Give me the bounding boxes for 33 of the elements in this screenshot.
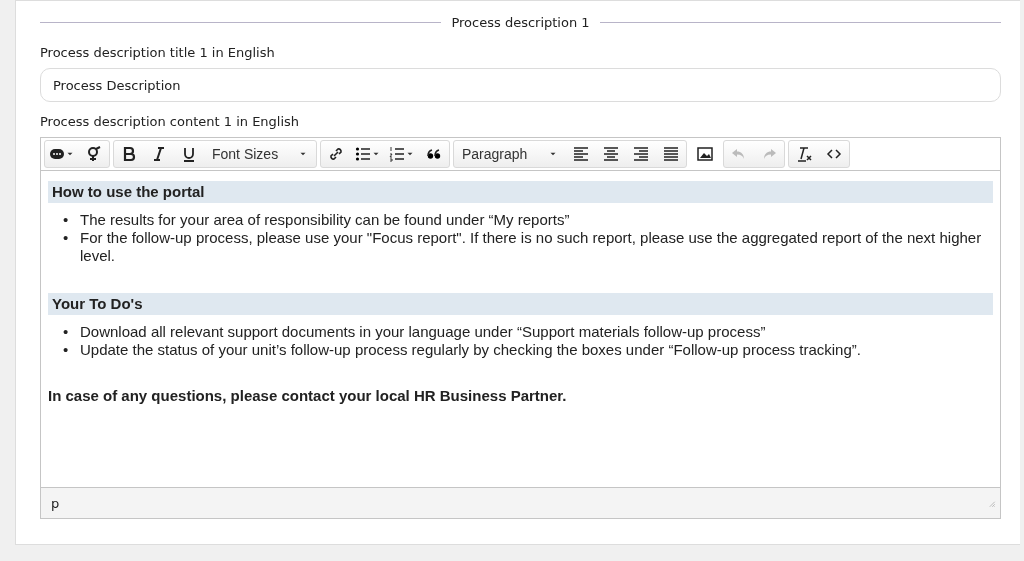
numbered-list-icon bbox=[389, 146, 405, 162]
bullet-item: Download all relevant support documents in your language under “Support materials follow-up process” bbox=[80, 323, 766, 341]
clear-formatting-icon bbox=[796, 146, 812, 162]
underline-icon bbox=[181, 146, 197, 162]
link-icon bbox=[328, 146, 344, 162]
align-right-icon bbox=[633, 146, 649, 162]
bullet-marker: • bbox=[63, 323, 70, 341]
field-label: Process description title 1 in English bbox=[40, 45, 276, 60]
bullet-item: Update the status of your unit’s follow-up process regularly by checking the boxes under “Follow-up process tracking”. bbox=[80, 341, 861, 359]
contact-note: In case of any questions, please contact your local HR Business Partner. bbox=[48, 387, 568, 405]
bullet-list-icon bbox=[355, 146, 371, 162]
quote-icon bbox=[426, 146, 442, 162]
align-center-icon bbox=[603, 146, 619, 162]
italic-icon bbox=[151, 146, 167, 162]
emoticon-icon bbox=[49, 146, 65, 162]
bullet-marker: • bbox=[63, 211, 70, 229]
bullet-marker: • bbox=[63, 229, 70, 248]
align-left-icon bbox=[573, 146, 589, 162]
title-input-field[interactable]: Process Description bbox=[40, 68, 1001, 102]
bullet-marker: • bbox=[63, 341, 70, 359]
gender-symbol-icon bbox=[86, 146, 102, 162]
bold-icon bbox=[121, 146, 137, 162]
section-heading: How to use the portal bbox=[48, 181, 993, 203]
section-title: Process description 1 bbox=[451, 14, 590, 30]
block-format-dropdown[interactable]: Paragraph bbox=[454, 141, 566, 167]
section-heading: Your To Do's bbox=[48, 293, 993, 315]
font-size-dropdown[interactable]: Font Sizes bbox=[204, 141, 316, 167]
element-path: p bbox=[51, 495, 60, 511]
bullet-item: For the follow-up process, please use your "Focus report". If there is no such report, please use the aggregated report of the next higher level. bbox=[80, 229, 983, 265]
field-label: Process description content 1 in English bbox=[40, 114, 301, 129]
image-icon bbox=[697, 146, 713, 162]
bullet-item: The results for your area of responsibility can be found under “My reports” bbox=[80, 211, 570, 229]
justify-icon bbox=[663, 146, 679, 162]
